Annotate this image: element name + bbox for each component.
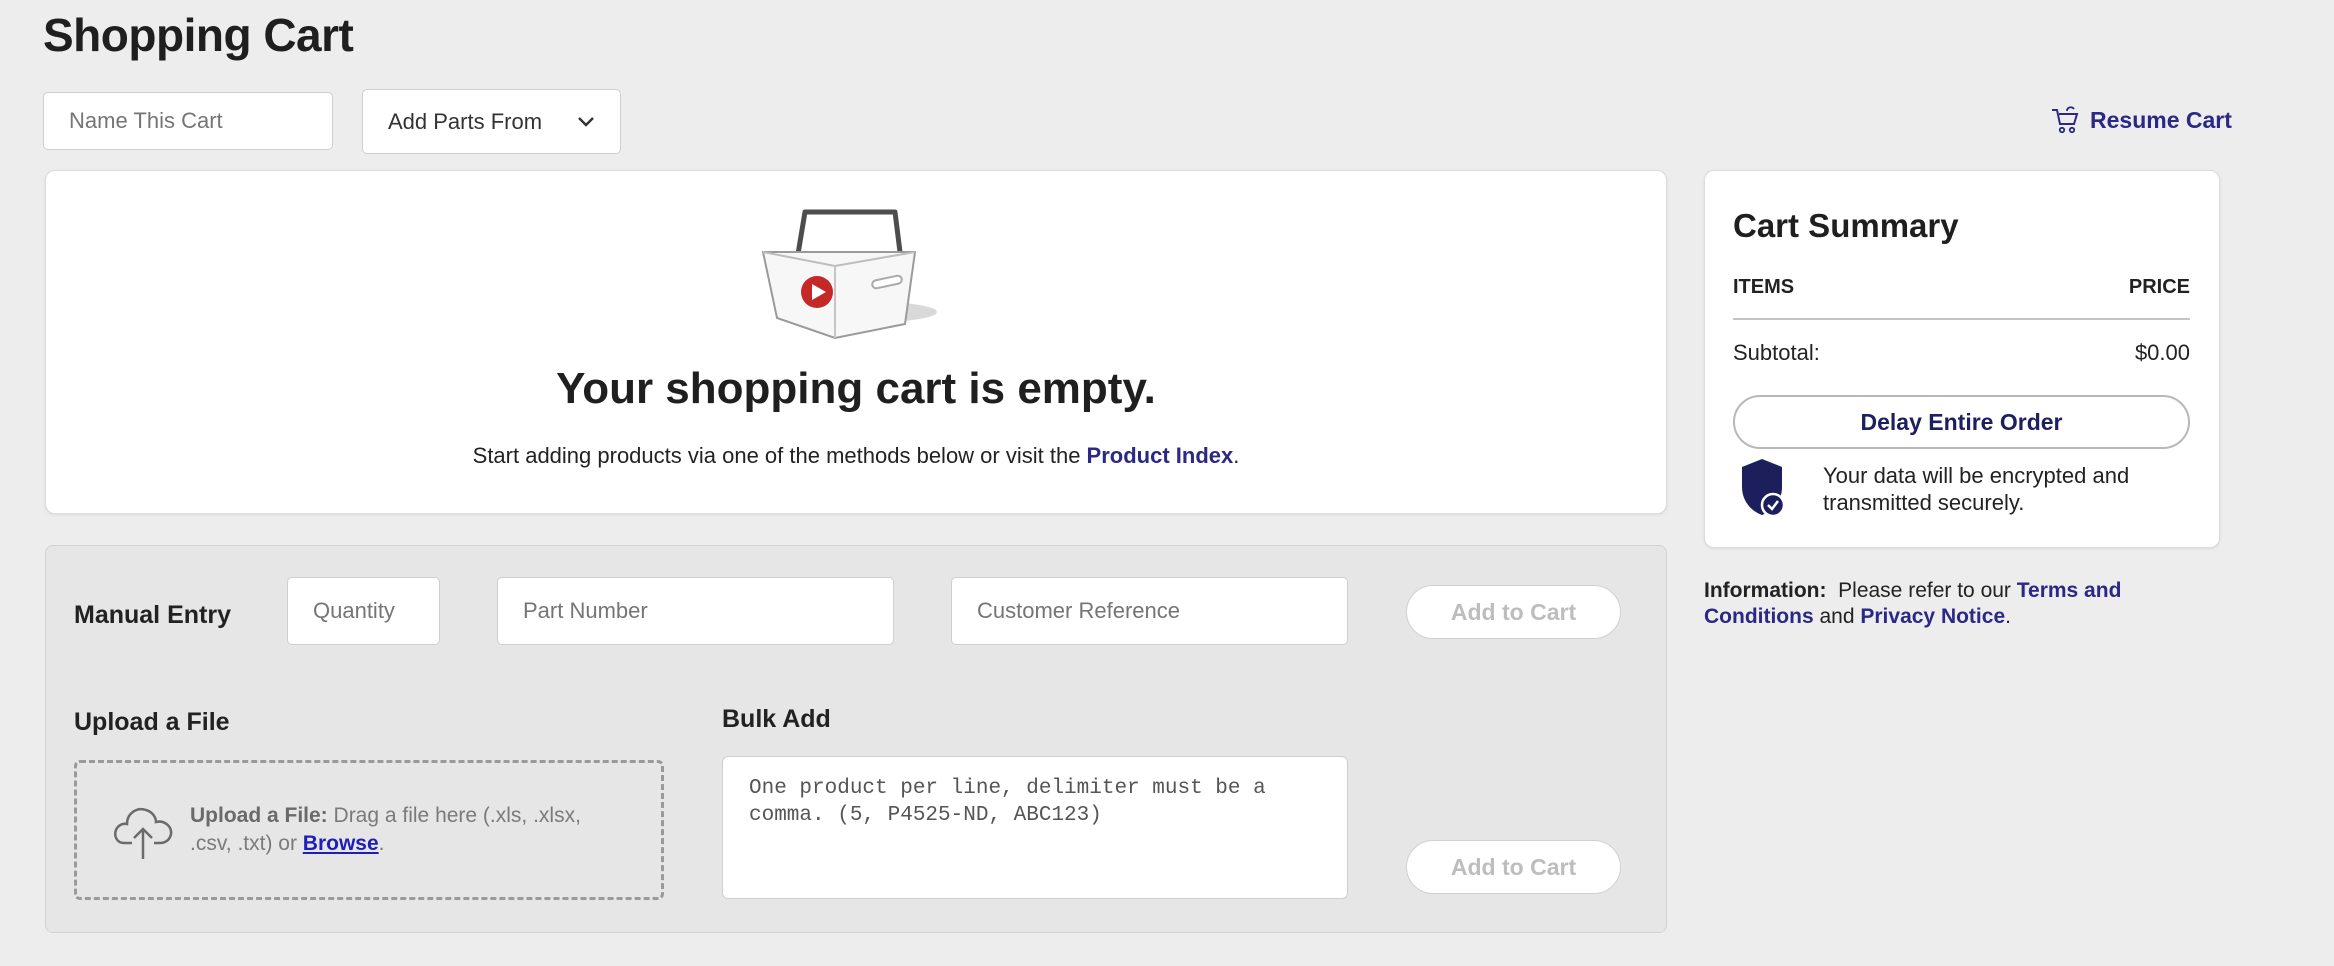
subtotal-value: $0.00 — [2134, 340, 2190, 365]
shield-check-icon — [1742, 459, 1786, 518]
cart-name-input[interactable] — [43, 92, 333, 150]
resume-cart-label: Resume Cart — [2090, 106, 2232, 133]
browse-link[interactable]: Browse — [303, 832, 379, 855]
upload-file-label: Upload a File — [74, 708, 230, 736]
bulk-add-textarea[interactable]: One product per line, delimiter must be … — [722, 756, 1348, 899]
subtotal-label: Subtotal: — [1733, 340, 1820, 365]
information-text: Please refer to our — [1838, 579, 2017, 602]
cart-summary-title: Cart Summary — [1733, 207, 1959, 244]
empty-cart-subtitle: Start adding products via one of the met… — [46, 443, 1666, 469]
file-drop-text: Upload a File: Drag a file here (.xls, .… — [190, 802, 620, 858]
manual-add-to-cart-button[interactable]: Add to Cart — [1406, 585, 1621, 639]
delay-entire-order-button[interactable]: Delay Entire Order — [1733, 395, 2190, 449]
file-drop-zone[interactable]: Upload a File: Drag a file here (.xls, .… — [74, 760, 664, 900]
summary-divider — [1733, 318, 2190, 320]
price-header: PRICE — [2128, 276, 2190, 298]
manual-entry-label: Manual Entry — [74, 601, 231, 629]
information-notice: Information: Please refer to our Terms a… — [1704, 578, 2224, 630]
part-number-input[interactable] — [497, 577, 894, 645]
upload-prefix: Upload a File: — [190, 804, 328, 827]
information-suffix: . — [2005, 605, 2011, 628]
information-label: Information: — [1704, 579, 1827, 602]
bulk-add-to-cart-button[interactable]: Add to Cart — [1406, 840, 1621, 894]
quantity-input[interactable] — [287, 577, 440, 645]
cloud-upload-icon — [114, 808, 173, 859]
empty-cart-title: Your shopping cart is empty. — [556, 364, 1156, 413]
bulk-add-label: Bulk Add — [722, 705, 831, 733]
upload-suffix: . — [378, 832, 385, 855]
customer-reference-input[interactable] — [951, 577, 1348, 645]
add-parts-from-label: Add Parts From — [388, 108, 543, 134]
basket-illustration — [761, 209, 937, 340]
cart-icon — [2052, 106, 2079, 134]
secure-message: Your data will be encrypted and transmit… — [1823, 463, 2130, 515]
chevron-down-icon — [578, 116, 594, 127]
items-header: ITEMS — [1733, 276, 1795, 298]
resume-cart-link[interactable]: Resume Cart — [2050, 100, 2232, 140]
page-title: Shopping Cart — [43, 9, 354, 61]
add-parts-from-dropdown[interactable]: Add Parts From — [362, 89, 621, 154]
product-index-link[interactable]: Product Index — [1087, 443, 1234, 468]
empty-cart-subtitle-text: Start adding products via one of the met… — [472, 443, 1087, 468]
empty-cart-subtitle-suffix: . — [1233, 443, 1240, 468]
information-and: and — [1813, 605, 1861, 628]
privacy-link[interactable]: Privacy Notice — [1860, 605, 2005, 628]
